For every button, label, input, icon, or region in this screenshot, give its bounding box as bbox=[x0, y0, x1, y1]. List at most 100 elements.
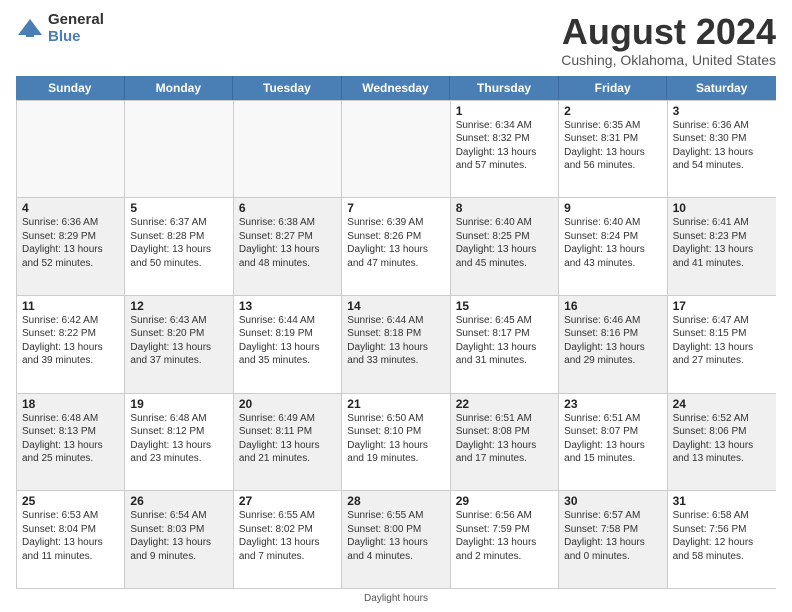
cell-text: Sunrise: 6:36 AM Sunset: 8:30 PM Dayligh… bbox=[673, 119, 771, 173]
day-number: 6 bbox=[239, 201, 336, 215]
cell-text: Sunrise: 6:34 AM Sunset: 8:32 PM Dayligh… bbox=[456, 119, 553, 173]
cal-cell: 12Sunrise: 6:43 AM Sunset: 8:20 PM Dayli… bbox=[125, 296, 233, 393]
cell-text: Sunrise: 6:39 AM Sunset: 8:26 PM Dayligh… bbox=[347, 216, 444, 270]
day-number: 21 bbox=[347, 397, 444, 411]
cal-week: 4Sunrise: 6:36 AM Sunset: 8:29 PM Daylig… bbox=[17, 198, 776, 296]
cal-cell: 29Sunrise: 6:56 AM Sunset: 7:59 PM Dayli… bbox=[451, 491, 559, 588]
cal-cell: 24Sunrise: 6:52 AM Sunset: 8:06 PM Dayli… bbox=[668, 394, 776, 491]
day-number: 11 bbox=[22, 299, 119, 313]
cell-text: Sunrise: 6:44 AM Sunset: 8:18 PM Dayligh… bbox=[347, 314, 444, 368]
day-number: 17 bbox=[673, 299, 771, 313]
cal-cell: 26Sunrise: 6:54 AM Sunset: 8:03 PM Dayli… bbox=[125, 491, 233, 588]
cal-cell: 10Sunrise: 6:41 AM Sunset: 8:23 PM Dayli… bbox=[668, 198, 776, 295]
cal-header-day: Saturday bbox=[667, 76, 776, 100]
cal-cell: 21Sunrise: 6:50 AM Sunset: 8:10 PM Dayli… bbox=[342, 394, 450, 491]
cell-text: Sunrise: 6:55 AM Sunset: 8:02 PM Dayligh… bbox=[239, 509, 336, 563]
cal-cell: 16Sunrise: 6:46 AM Sunset: 8:16 PM Dayli… bbox=[559, 296, 667, 393]
cal-week: 11Sunrise: 6:42 AM Sunset: 8:22 PM Dayli… bbox=[17, 296, 776, 394]
cal-cell: 11Sunrise: 6:42 AM Sunset: 8:22 PM Dayli… bbox=[17, 296, 125, 393]
cell-text: Sunrise: 6:46 AM Sunset: 8:16 PM Dayligh… bbox=[564, 314, 661, 368]
day-number: 23 bbox=[564, 397, 661, 411]
month-title: August 2024 bbox=[561, 12, 776, 52]
cell-text: Sunrise: 6:40 AM Sunset: 8:24 PM Dayligh… bbox=[564, 216, 661, 270]
cell-text: Sunrise: 6:44 AM Sunset: 8:19 PM Dayligh… bbox=[239, 314, 336, 368]
cal-week: 25Sunrise: 6:53 AM Sunset: 8:04 PM Dayli… bbox=[17, 491, 776, 589]
day-number: 22 bbox=[456, 397, 553, 411]
day-number: 15 bbox=[456, 299, 553, 313]
cal-cell: 23Sunrise: 6:51 AM Sunset: 8:07 PM Dayli… bbox=[559, 394, 667, 491]
cal-cell: 8Sunrise: 6:40 AM Sunset: 8:25 PM Daylig… bbox=[451, 198, 559, 295]
cal-header-day: Wednesday bbox=[342, 76, 451, 100]
day-number: 31 bbox=[673, 494, 771, 508]
cal-cell: 18Sunrise: 6:48 AM Sunset: 8:13 PM Dayli… bbox=[17, 394, 125, 491]
cal-cell: 27Sunrise: 6:55 AM Sunset: 8:02 PM Dayli… bbox=[234, 491, 342, 588]
day-number: 13 bbox=[239, 299, 336, 313]
cal-cell: 1Sunrise: 6:34 AM Sunset: 8:32 PM Daylig… bbox=[451, 101, 559, 198]
cal-cell bbox=[125, 101, 233, 198]
calendar-header: SundayMondayTuesdayWednesdayThursdayFrid… bbox=[16, 76, 776, 100]
cell-text: Sunrise: 6:38 AM Sunset: 8:27 PM Dayligh… bbox=[239, 216, 336, 270]
day-number: 4 bbox=[22, 201, 119, 215]
cal-header-day: Monday bbox=[125, 76, 234, 100]
cell-text: Sunrise: 6:53 AM Sunset: 8:04 PM Dayligh… bbox=[22, 509, 119, 563]
cal-cell: 3Sunrise: 6:36 AM Sunset: 8:30 PM Daylig… bbox=[668, 101, 776, 198]
cell-text: Sunrise: 6:58 AM Sunset: 7:56 PM Dayligh… bbox=[673, 509, 771, 563]
day-number: 20 bbox=[239, 397, 336, 411]
location: Cushing, Oklahoma, United States bbox=[561, 52, 776, 68]
calendar-body: 1Sunrise: 6:34 AM Sunset: 8:32 PM Daylig… bbox=[16, 100, 776, 589]
cal-cell: 30Sunrise: 6:57 AM Sunset: 7:58 PM Dayli… bbox=[559, 491, 667, 588]
cell-text: Sunrise: 6:47 AM Sunset: 8:15 PM Dayligh… bbox=[673, 314, 771, 368]
cell-text: Sunrise: 6:49 AM Sunset: 8:11 PM Dayligh… bbox=[239, 412, 336, 466]
cal-cell: 31Sunrise: 6:58 AM Sunset: 7:56 PM Dayli… bbox=[668, 491, 776, 588]
day-number: 14 bbox=[347, 299, 444, 313]
day-number: 5 bbox=[130, 201, 227, 215]
cal-cell: 14Sunrise: 6:44 AM Sunset: 8:18 PM Dayli… bbox=[342, 296, 450, 393]
cal-cell bbox=[342, 101, 450, 198]
cell-text: Sunrise: 6:51 AM Sunset: 8:07 PM Dayligh… bbox=[564, 412, 661, 466]
cal-header-day: Friday bbox=[559, 76, 668, 100]
cal-header-day: Sunday bbox=[16, 76, 125, 100]
cell-text: Sunrise: 6:51 AM Sunset: 8:08 PM Dayligh… bbox=[456, 412, 553, 466]
logo-text: General Blue bbox=[48, 12, 104, 45]
cell-text: Sunrise: 6:43 AM Sunset: 8:20 PM Dayligh… bbox=[130, 314, 227, 368]
cal-cell: 5Sunrise: 6:37 AM Sunset: 8:28 PM Daylig… bbox=[125, 198, 233, 295]
cell-text: Sunrise: 6:36 AM Sunset: 8:29 PM Dayligh… bbox=[22, 216, 119, 270]
cal-week: 18Sunrise: 6:48 AM Sunset: 8:13 PM Dayli… bbox=[17, 394, 776, 492]
cal-cell: 25Sunrise: 6:53 AM Sunset: 8:04 PM Dayli… bbox=[17, 491, 125, 588]
cal-cell: 2Sunrise: 6:35 AM Sunset: 8:31 PM Daylig… bbox=[559, 101, 667, 198]
day-number: 2 bbox=[564, 104, 661, 118]
cell-text: Sunrise: 6:45 AM Sunset: 8:17 PM Dayligh… bbox=[456, 314, 553, 368]
cal-cell: 28Sunrise: 6:55 AM Sunset: 8:00 PM Dayli… bbox=[342, 491, 450, 588]
cell-text: Sunrise: 6:48 AM Sunset: 8:12 PM Dayligh… bbox=[130, 412, 227, 466]
calendar: SundayMondayTuesdayWednesdayThursdayFrid… bbox=[16, 76, 776, 589]
day-number: 19 bbox=[130, 397, 227, 411]
day-number: 30 bbox=[564, 494, 661, 508]
day-number: 25 bbox=[22, 494, 119, 508]
cal-cell: 20Sunrise: 6:49 AM Sunset: 8:11 PM Dayli… bbox=[234, 394, 342, 491]
cell-text: Sunrise: 6:55 AM Sunset: 8:00 PM Dayligh… bbox=[347, 509, 444, 563]
cell-text: Sunrise: 6:57 AM Sunset: 7:58 PM Dayligh… bbox=[564, 509, 661, 563]
logo-blue: Blue bbox=[48, 29, 104, 46]
day-number: 18 bbox=[22, 397, 119, 411]
day-number: 16 bbox=[564, 299, 661, 313]
cal-cell: 22Sunrise: 6:51 AM Sunset: 8:08 PM Dayli… bbox=[451, 394, 559, 491]
cal-cell: 15Sunrise: 6:45 AM Sunset: 8:17 PM Dayli… bbox=[451, 296, 559, 393]
cell-text: Sunrise: 6:37 AM Sunset: 8:28 PM Dayligh… bbox=[130, 216, 227, 270]
cal-header-day: Thursday bbox=[450, 76, 559, 100]
logo-general: General bbox=[48, 12, 104, 29]
day-number: 8 bbox=[456, 201, 553, 215]
cell-text: Sunrise: 6:41 AM Sunset: 8:23 PM Dayligh… bbox=[673, 216, 771, 270]
cal-cell: 6Sunrise: 6:38 AM Sunset: 8:27 PM Daylig… bbox=[234, 198, 342, 295]
cell-text: Sunrise: 6:50 AM Sunset: 8:10 PM Dayligh… bbox=[347, 412, 444, 466]
header: General Blue August 2024 Cushing, Oklaho… bbox=[16, 12, 776, 68]
cal-cell: 17Sunrise: 6:47 AM Sunset: 8:15 PM Dayli… bbox=[668, 296, 776, 393]
cal-cell: 19Sunrise: 6:48 AM Sunset: 8:12 PM Dayli… bbox=[125, 394, 233, 491]
day-number: 26 bbox=[130, 494, 227, 508]
day-number: 27 bbox=[239, 494, 336, 508]
cal-cell: 9Sunrise: 6:40 AM Sunset: 8:24 PM Daylig… bbox=[559, 198, 667, 295]
cal-cell: 4Sunrise: 6:36 AM Sunset: 8:29 PM Daylig… bbox=[17, 198, 125, 295]
cal-header-day: Tuesday bbox=[233, 76, 342, 100]
logo: General Blue bbox=[16, 12, 104, 45]
logo-icon bbox=[16, 15, 44, 43]
cal-cell: 7Sunrise: 6:39 AM Sunset: 8:26 PM Daylig… bbox=[342, 198, 450, 295]
